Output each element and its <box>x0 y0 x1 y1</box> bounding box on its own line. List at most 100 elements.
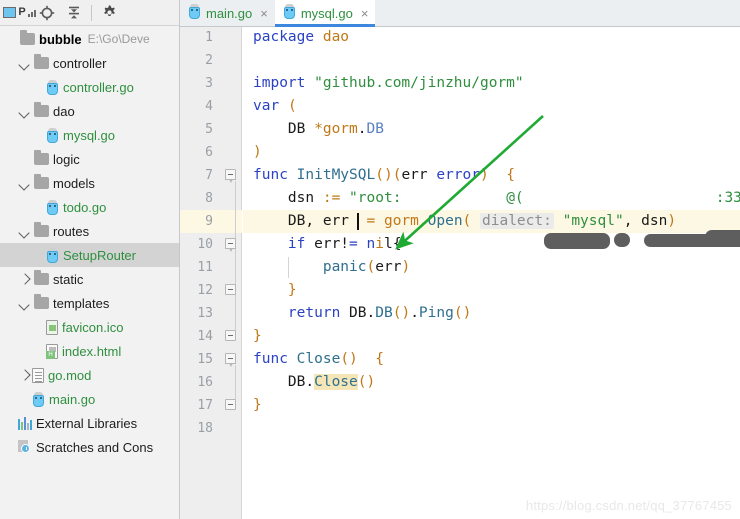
tree-item-label: templates <box>53 295 110 311</box>
project-selector-label: P <box>18 6 26 18</box>
chevron-down-icon[interactable] <box>18 57 31 70</box>
tree-item-todo-go[interactable]: todo.go <box>0 195 179 219</box>
close-icon[interactable]: × <box>361 7 369 20</box>
tree-item-scratches-and-cons[interactable]: Scratches and Cons <box>0 435 179 459</box>
text-caret <box>356 213 359 230</box>
code-token: InitMySQL <box>296 167 376 183</box>
assignment-operator: = <box>366 213 384 229</box>
tree-item-mysql-go[interactable]: mysql.go <box>0 123 179 147</box>
code-token: Close <box>296 351 341 367</box>
go-file-icon <box>46 79 59 95</box>
collapse-all-button[interactable] <box>60 1 87 25</box>
code-line[interactable]: } <box>243 394 740 417</box>
chevron-down-icon[interactable] <box>18 105 31 118</box>
close-icon[interactable]: × <box>260 7 268 20</box>
fold-toggle-icon[interactable] <box>225 353 238 367</box>
code-content[interactable]: package dao import "github.com/jinzhu/gor… <box>243 27 740 519</box>
code-line[interactable]: var ( <box>243 95 740 118</box>
settings-button[interactable] <box>96 1 123 25</box>
chevron-down-icon[interactable] <box>18 225 31 238</box>
code-line[interactable]: dsn := "root: @( :3306)/█ <box>243 187 740 210</box>
code-token: ) <box>480 167 489 183</box>
code-line[interactable]: DB *gorm.DB <box>243 118 740 141</box>
code-token: { <box>506 167 515 183</box>
fold-region-line <box>235 250 236 284</box>
code-line[interactable]: panic(err) <box>243 256 740 279</box>
tree-item-dao[interactable]: dao <box>0 99 179 123</box>
fold-toggle-icon[interactable] <box>225 238 238 252</box>
tree-item-templates[interactable]: templates <box>0 291 179 315</box>
code-token: DB <box>375 305 393 321</box>
tree-item-label: todo.go <box>63 199 107 215</box>
go-file-icon <box>32 391 45 407</box>
code-line[interactable]: import "github.com/jinzhu/gorm" <box>243 72 740 95</box>
go-file-icon <box>46 199 59 215</box>
editor-gutter[interactable]: 1 2 3 4 5 6 7 8 9 10 11 12 13 14 15 16 17 18 <box>180 27 242 519</box>
folder-icon <box>34 294 49 309</box>
fold-toggle-icon[interactable] <box>225 169 238 183</box>
gear-icon <box>104 5 115 17</box>
fold-toggle-icon[interactable] <box>225 330 238 343</box>
code-token: dsn <box>253 190 323 206</box>
locate-file-button[interactable] <box>33 1 60 25</box>
code-line[interactable]: func InitMySQL()(err error) { <box>243 164 740 187</box>
tree-item-setuprouter[interactable]: SetupRouter <box>0 243 179 267</box>
line-number: 15 <box>197 352 213 367</box>
code-token: = n <box>349 236 376 252</box>
go-file-icon <box>188 4 201 22</box>
go-file-icon <box>46 247 59 263</box>
code-line[interactable] <box>243 417 740 440</box>
code-line[interactable]: DB.Close() <box>243 371 740 394</box>
tree-item-bubble[interactable]: bubble E:\Go\Deve <box>0 27 179 51</box>
code-line[interactable]: return DB.DB().Ping() <box>243 302 740 325</box>
code-line[interactable]: } <box>243 325 740 348</box>
chevron-right-icon[interactable] <box>18 273 31 286</box>
tree-item-label: SetupRouter <box>63 247 136 263</box>
code-token: panic <box>322 259 367 275</box>
tree-item-controller-go[interactable]: controller.go <box>0 75 179 99</box>
project-view-selector[interactable]: P <box>3 1 36 25</box>
tree-item-main-go[interactable]: main.go <box>0 387 179 411</box>
editor-tab-mysql-go[interactable]: mysql.go × <box>274 0 376 27</box>
project-tree[interactable]: bubble E:\Go\Deve controller controller.go d… <box>0 27 179 519</box>
project-sidebar: P bubble E:\Go\Deve controller controlle… <box>0 0 180 519</box>
code-line[interactable]: DB, err = gorm.Open( dialect: "mysql", d… <box>243 210 740 233</box>
code-token: import <box>253 75 306 91</box>
code-token: @( :3306)/█ <box>506 190 740 206</box>
code-line[interactable] <box>243 49 740 72</box>
tree-item-label: go.mod <box>48 367 92 383</box>
fold-toggle-icon[interactable] <box>225 284 238 297</box>
code-token: := <box>322 190 341 206</box>
chevron-right-icon[interactable] <box>18 369 31 382</box>
tree-item-index-html[interactable]: Hindex.html <box>0 339 179 363</box>
code-token: ) <box>667 213 677 229</box>
tree-item-favicon-ico[interactable]: favicon.ico <box>0 315 179 339</box>
chevron-down-icon[interactable] <box>18 297 31 310</box>
code-line[interactable]: package dao <box>243 27 740 49</box>
editor-tab-bar[interactable]: main.go × mysql.go × <box>180 0 740 27</box>
tree-item-logic[interactable]: logic <box>0 147 179 171</box>
chevron-down-icon[interactable] <box>18 177 31 190</box>
tree-item-external-libraries[interactable]: External Libraries <box>0 411 179 435</box>
tree-item-models[interactable]: models <box>0 171 179 195</box>
code-line[interactable]: } <box>243 279 740 302</box>
editor-tab-main-go[interactable]: main.go × <box>180 0 275 26</box>
tree-item-controller[interactable]: controller <box>0 51 179 75</box>
fold-toggle-icon[interactable] <box>225 399 238 412</box>
tree-item-routes[interactable]: routes <box>0 219 179 243</box>
tree-item-label: main.go <box>49 391 96 407</box>
code-token: () <box>392 305 411 321</box>
code-token: "mysql" <box>562 213 624 229</box>
code-line[interactable]: ) <box>243 141 740 164</box>
tree-item-go-mod[interactable]: go.mod <box>0 363 179 387</box>
tree-item-static[interactable]: static <box>0 267 179 291</box>
code-line[interactable]: func Close() { <box>243 348 740 371</box>
